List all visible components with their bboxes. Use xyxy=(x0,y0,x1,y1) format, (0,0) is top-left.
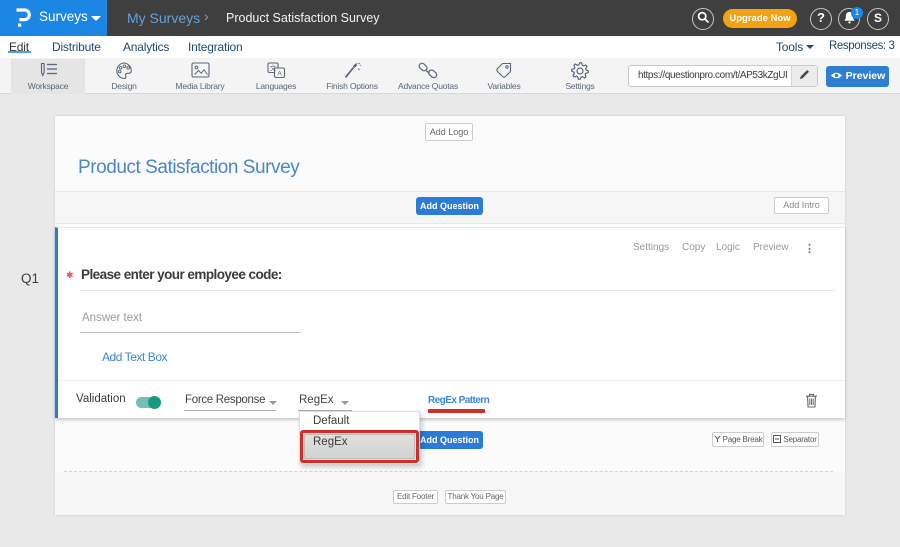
svg-text:文: 文 xyxy=(269,63,276,72)
svg-text:A: A xyxy=(277,71,282,78)
